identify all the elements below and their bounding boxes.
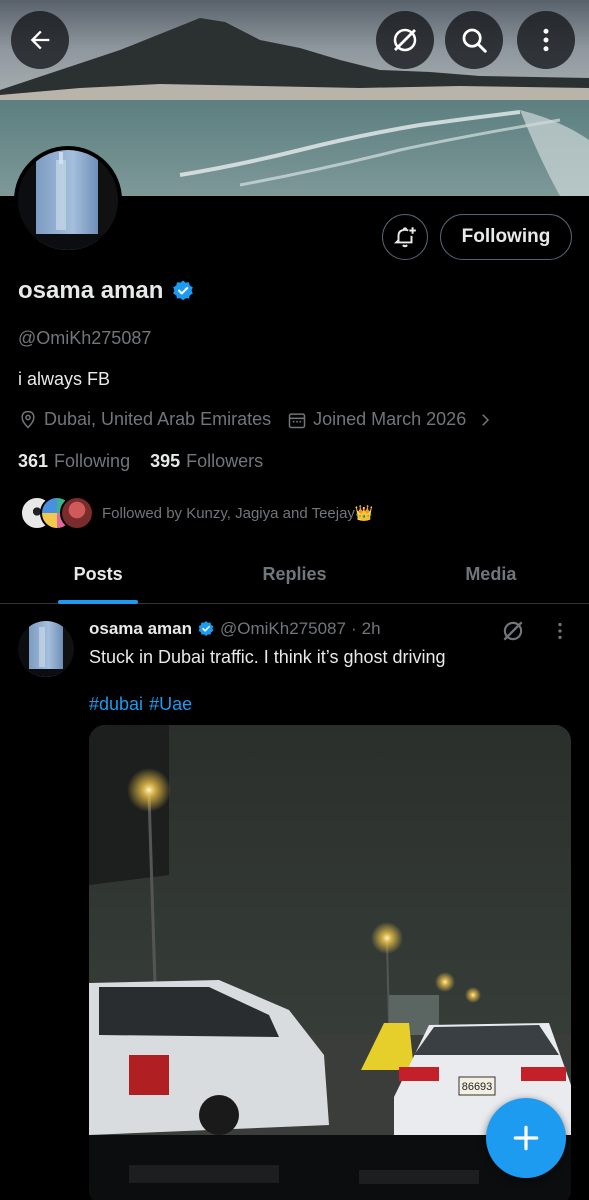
profile-name-text: osama aman (18, 277, 164, 304)
more-button[interactable] (517, 11, 575, 69)
chevron-right-icon (482, 413, 490, 426)
search-icon (462, 28, 487, 53)
followers-count: 395 (150, 451, 181, 471)
post-author-name[interactable]: osama aman (89, 619, 192, 639)
search-button[interactable] (445, 11, 503, 69)
back-button[interactable] (11, 11, 69, 69)
joined-item[interactable]: Joined March 2026 (287, 409, 494, 430)
location-pin-icon (21, 410, 35, 429)
notifications-button[interactable] (382, 214, 428, 260)
post-time: 2h (361, 619, 381, 638)
tab-media[interactable]: Media (393, 546, 589, 603)
profile-bio: i always FB (18, 369, 111, 389)
following-stat[interactable]: 361 Following (18, 451, 130, 472)
followers-stat[interactable]: 395 Followers (150, 451, 263, 472)
location-item: Dubai, United Arab Emirates (18, 409, 271, 430)
profile-stats: 361 Following 395 Followers (18, 451, 263, 472)
follower-avatar (60, 496, 94, 530)
more-vertical-icon[interactable] (549, 620, 571, 642)
verified-badge-icon (198, 621, 214, 636)
post-separator: · (350, 619, 357, 638)
hashtag-link[interactable]: #dubai (89, 694, 143, 715)
tab-posts[interactable]: Posts (0, 546, 196, 603)
grok-icon (393, 28, 417, 52)
followers-label: Followers (186, 451, 264, 471)
profile-meta: Dubai, United Arab Emirates Joined March… (18, 409, 494, 430)
arrow-left-icon (30, 30, 50, 50)
more-vertical-icon (543, 28, 549, 52)
joined-text: Joined March 2026 (313, 409, 467, 429)
profile-handle: @OmiKh275087 (18, 328, 152, 348)
avatar-image (18, 150, 118, 250)
hashtag-link[interactable]: #Uae (149, 694, 192, 715)
tab-replies[interactable]: Replies (196, 546, 392, 603)
following-label: Following (54, 451, 131, 471)
profile-tabs: Posts Replies Media (0, 546, 589, 604)
post-author-handle: @OmiKh275087 (220, 619, 346, 638)
bell-plus-icon (393, 227, 416, 248)
followed-by-text: Followed by Kunzy, Jagiya and Teejay👑 (102, 505, 374, 522)
calendar-icon (288, 412, 306, 428)
license-plate-text: 86693 (462, 1081, 493, 1093)
followed-by[interactable]: Followed by Kunzy, Jagiya and Teejay👑 (20, 496, 374, 530)
grok-icon[interactable] (500, 618, 526, 644)
post-avatar[interactable] (18, 621, 74, 677)
compose-button[interactable] (486, 1098, 566, 1178)
following-button[interactable]: Following (440, 214, 572, 260)
profile-name: osama aman (18, 277, 195, 305)
following-count: 361 (18, 451, 49, 471)
profile-avatar[interactable] (14, 146, 122, 254)
post-text: Stuck in Dubai traffic. I think it’s gho… (89, 647, 446, 667)
plus-icon (513, 1125, 539, 1151)
location-text: Dubai, United Arab Emirates (44, 409, 272, 429)
post-hashtags: #dubai #Uae (89, 694, 192, 715)
grok-button[interactable] (376, 11, 434, 69)
post-header: osama aman @OmiKh275087 · 2h (89, 619, 381, 639)
verified-badge-icon (173, 280, 194, 301)
